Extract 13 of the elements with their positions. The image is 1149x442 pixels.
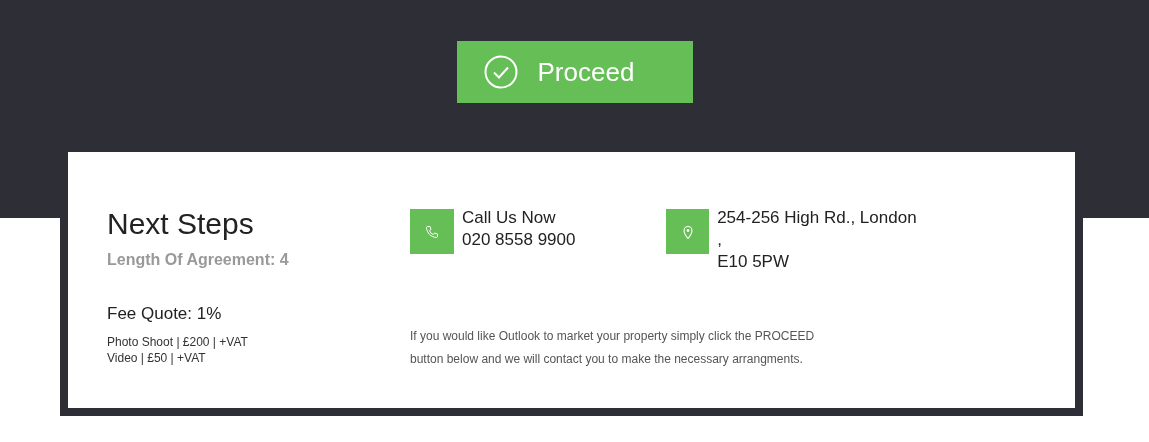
proceed-button[interactable]: Proceed <box>456 41 693 103</box>
contact-line: 020 8558 9900 <box>462 229 576 251</box>
agreement-length: Length Of Agreement: 4 <box>107 251 290 269</box>
section-title: Next Steps <box>107 207 255 241</box>
price-line: Video | £50 | +VAT <box>107 350 207 366</box>
contact-line: 254-256 High Rd., London , <box>717 207 918 251</box>
fee-quote: Fee Quote: 1% <box>107 304 223 324</box>
message-paragraph: If you would like Outlook to market your property simply click the PROCEED button below and we will contact you to make the necessary arrangments. <box>410 328 816 368</box>
price-line: Photo Shoot | £200 | +VAT <box>107 334 249 350</box>
check-circle-icon <box>483 55 518 89</box>
contact-line: E10 5PW <box>717 251 790 273</box>
contact-line: Call Us Now <box>462 207 557 229</box>
phone-icon <box>424 223 440 240</box>
